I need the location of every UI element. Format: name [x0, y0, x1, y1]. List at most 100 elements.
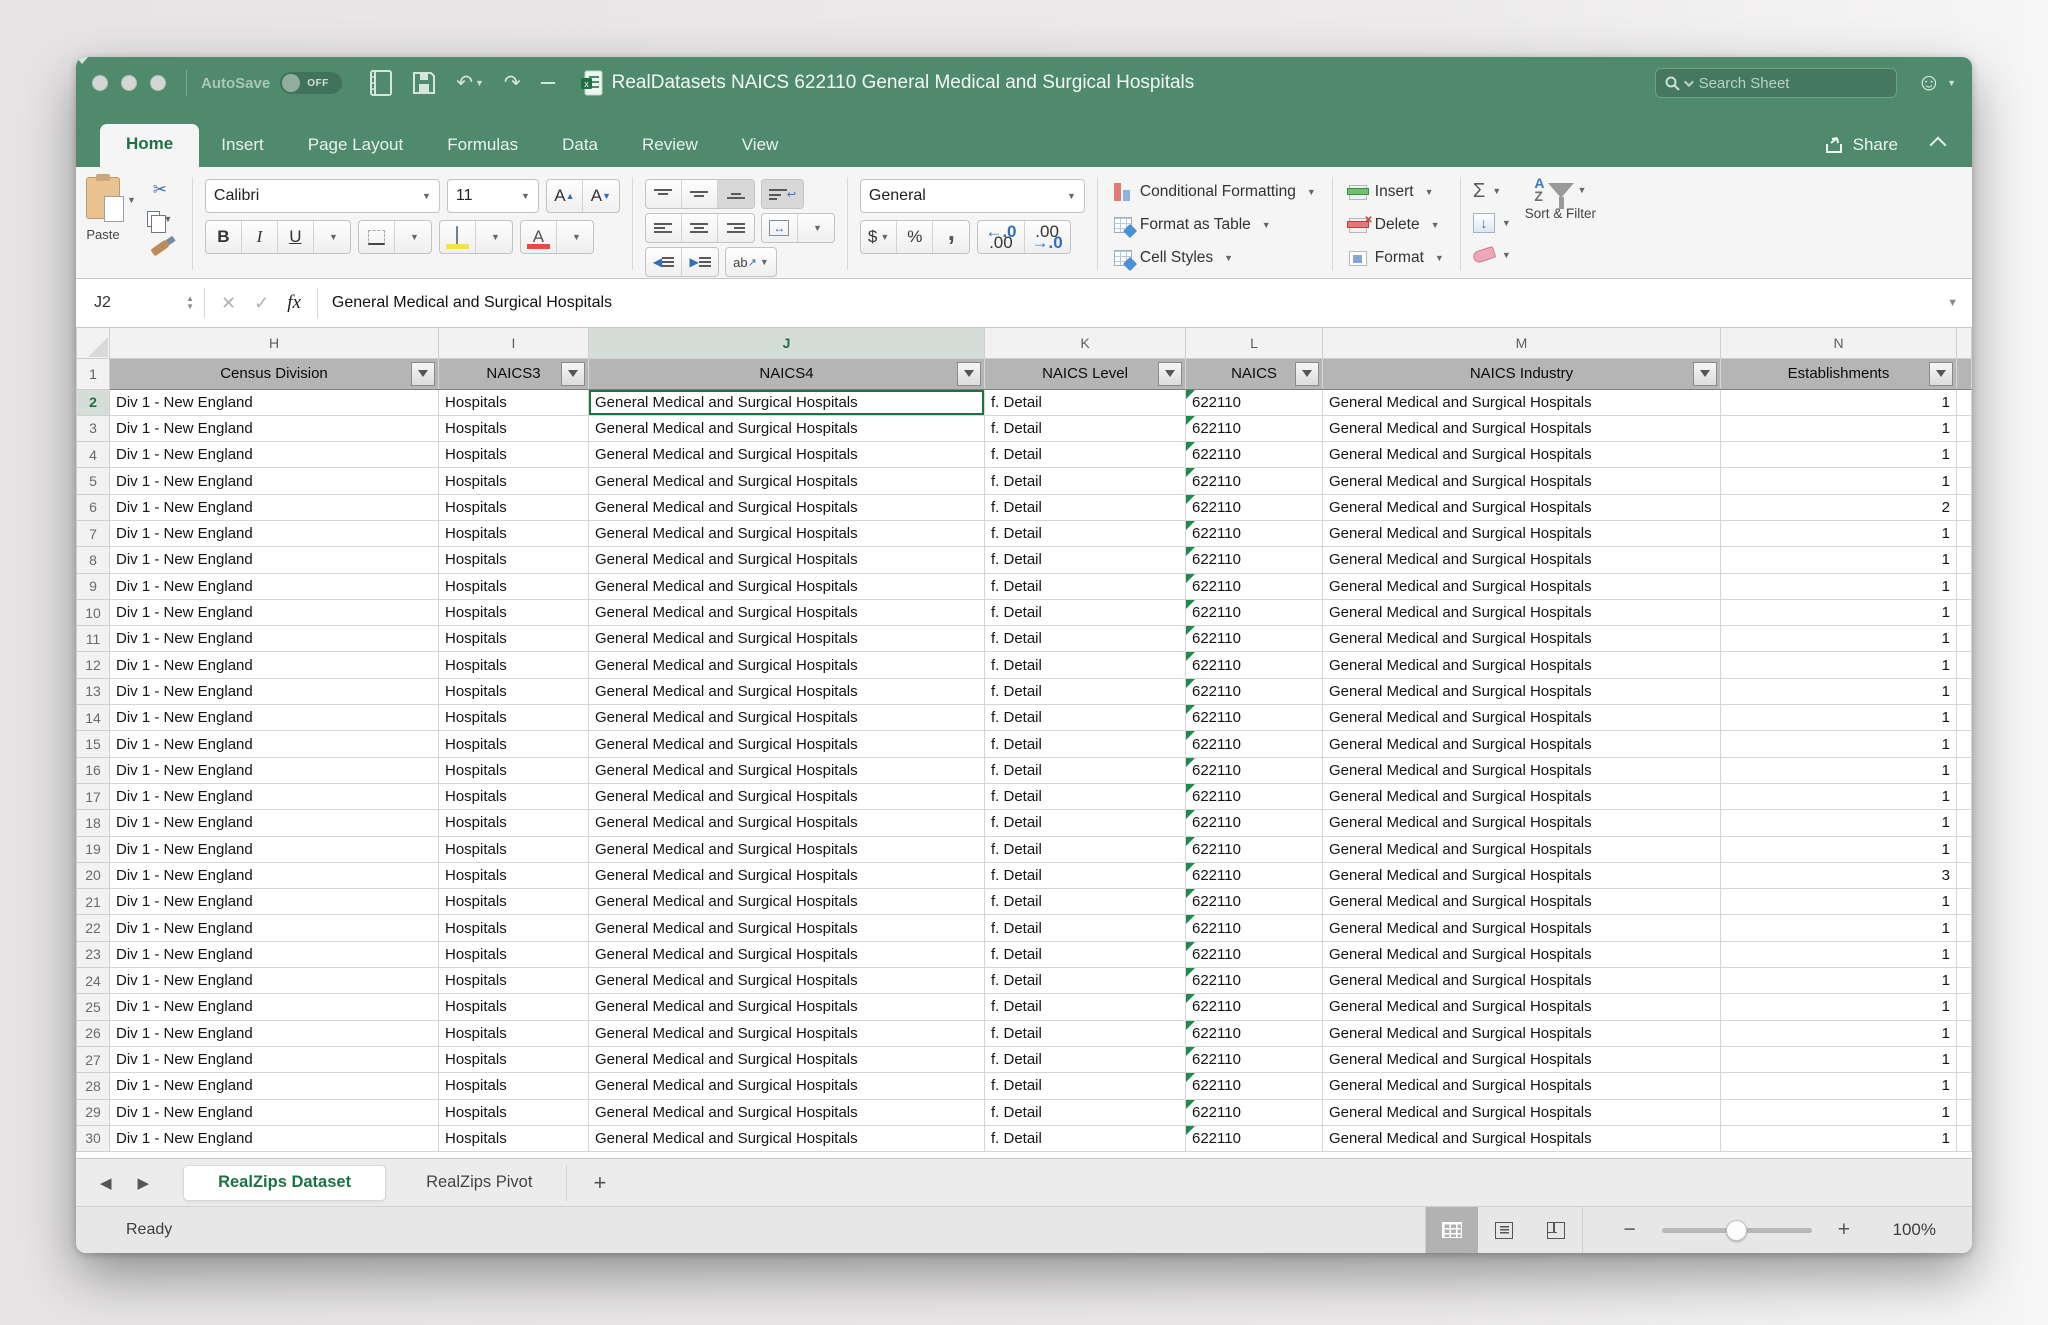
cell[interactable]: f. Detail: [985, 1073, 1186, 1099]
header-cell[interactable]: Establishments: [1721, 358, 1957, 389]
row-header[interactable]: 13: [77, 678, 110, 704]
cell[interactable]: [1957, 415, 1972, 441]
cell[interactable]: f. Detail: [985, 468, 1186, 494]
cell[interactable]: f. Detail: [985, 1099, 1186, 1125]
cell[interactable]: f. Detail: [985, 783, 1186, 809]
delete-cells-button[interactable]: Delete▼: [1349, 211, 1444, 239]
decrease-decimal-button[interactable]: .00→.0: [1025, 221, 1070, 253]
cell[interactable]: [1957, 494, 1972, 520]
filter-dropdown-button[interactable]: [1929, 362, 1953, 386]
cell[interactable]: Hospitals: [439, 494, 589, 520]
cell[interactable]: [1957, 705, 1972, 731]
cell[interactable]: General Medical and Surgical Hospitals: [1323, 599, 1721, 625]
cell[interactable]: 1: [1721, 468, 1957, 494]
cell[interactable]: Hospitals: [439, 836, 589, 862]
cell[interactable]: General Medical and Surgical Hospitals: [1323, 862, 1721, 888]
cell[interactable]: Hospitals: [439, 520, 589, 546]
cell[interactable]: General Medical and Surgical Hospitals: [589, 705, 985, 731]
orientation-button[interactable]: ab↗▼: [726, 248, 776, 276]
cell[interactable]: 622110: [1186, 415, 1323, 441]
cell[interactable]: 622110: [1186, 468, 1323, 494]
row-header[interactable]: 12: [77, 652, 110, 678]
cell[interactable]: General Medical and Surgical Hospitals: [1323, 1020, 1721, 1046]
row-header[interactable]: 2: [77, 389, 110, 415]
cell[interactable]: General Medical and Surgical Hospitals: [589, 836, 985, 862]
header-cell[interactable]: NAICS: [1186, 358, 1323, 389]
cell[interactable]: 1: [1721, 1020, 1957, 1046]
row-header[interactable]: 16: [77, 757, 110, 783]
cell[interactable]: General Medical and Surgical Hospitals: [1323, 783, 1721, 809]
increase-decimal-button[interactable]: ←.0.00: [978, 221, 1024, 253]
row-header[interactable]: 21: [77, 889, 110, 915]
autosave-toggle[interactable]: OFF: [280, 72, 342, 94]
shrink-font-button[interactable]: A▼: [583, 180, 619, 212]
cell[interactable]: [1957, 442, 1972, 468]
cell[interactable]: General Medical and Surgical Hospitals: [589, 889, 985, 915]
copy-button[interactable]: ▼: [140, 206, 180, 232]
cell[interactable]: General Medical and Surgical Hospitals: [589, 599, 985, 625]
cell[interactable]: 1: [1721, 520, 1957, 546]
cell[interactable]: General Medical and Surgical Hospitals: [1323, 678, 1721, 704]
cell[interactable]: 1: [1721, 626, 1957, 652]
cell[interactable]: 622110: [1186, 757, 1323, 783]
cell[interactable]: General Medical and Surgical Hospitals: [1323, 810, 1721, 836]
column-header[interactable]: N: [1721, 328, 1957, 358]
row-header[interactable]: 5: [77, 468, 110, 494]
cell[interactable]: 1: [1721, 573, 1957, 599]
row-header[interactable]: 4: [77, 442, 110, 468]
formula-bar-expand-icon[interactable]: ▼: [1947, 297, 1972, 309]
cell[interactable]: Div 1 - New England: [110, 705, 439, 731]
new-workbook-icon[interactable]: [370, 70, 392, 96]
select-all-corner[interactable]: [77, 328, 110, 358]
cell[interactable]: f. Detail: [985, 1125, 1186, 1151]
fill-button[interactable]: ↓▼: [1473, 209, 1511, 237]
cell[interactable]: General Medical and Surgical Hospitals: [589, 520, 985, 546]
tab-formulas[interactable]: Formulas: [425, 125, 540, 167]
cell[interactable]: f. Detail: [985, 836, 1186, 862]
column-header[interactable]: [1957, 328, 1972, 358]
cell[interactable]: Hospitals: [439, 1099, 589, 1125]
row-header[interactable]: 29: [77, 1099, 110, 1125]
insert-function-button[interactable]: fx: [287, 292, 301, 314]
cell[interactable]: 622110: [1186, 520, 1323, 546]
cell[interactable]: General Medical and Surgical Hospitals: [589, 389, 985, 415]
zoom-out-button[interactable]: −: [1623, 1218, 1635, 1242]
cell[interactable]: Div 1 - New England: [110, 757, 439, 783]
cut-button[interactable]: ✂: [140, 177, 180, 203]
formula-input[interactable]: General Medical and Surgical Hospitals: [318, 294, 1947, 312]
cell[interactable]: Div 1 - New England: [110, 652, 439, 678]
cell[interactable]: General Medical and Surgical Hospitals: [589, 652, 985, 678]
cell[interactable]: [1957, 941, 1972, 967]
cell[interactable]: Hospitals: [439, 862, 589, 888]
cell[interactable]: [1957, 389, 1972, 415]
cell[interactable]: Div 1 - New England: [110, 1020, 439, 1046]
align-right-button[interactable]: [718, 214, 754, 242]
align-left-button[interactable]: [646, 214, 682, 242]
cell[interactable]: 1: [1721, 915, 1957, 941]
cell[interactable]: General Medical and Surgical Hospitals: [1323, 1046, 1721, 1072]
zoom-button[interactable]: [150, 75, 166, 91]
cell[interactable]: General Medical and Surgical Hospitals: [589, 783, 985, 809]
tab-page-layout[interactable]: Page Layout: [286, 125, 425, 167]
cell[interactable]: f. Detail: [985, 652, 1186, 678]
cell[interactable]: f. Detail: [985, 994, 1186, 1020]
cell[interactable]: [1957, 731, 1972, 757]
cell[interactable]: f. Detail: [985, 573, 1186, 599]
cell[interactable]: 622110: [1186, 731, 1323, 757]
cell[interactable]: 622110: [1186, 968, 1323, 994]
bold-button[interactable]: B: [206, 221, 242, 253]
cell[interactable]: [1957, 1125, 1972, 1151]
cell[interactable]: [1957, 520, 1972, 546]
undo-button[interactable]: ↶ ▼: [456, 73, 484, 93]
cell[interactable]: 1: [1721, 757, 1957, 783]
format-cells-button[interactable]: Format▼: [1349, 244, 1444, 272]
zoom-slider-thumb[interactable]: [1726, 1220, 1747, 1241]
cell[interactable]: 1: [1721, 599, 1957, 625]
row-header[interactable]: 20: [77, 862, 110, 888]
undo-dropdown-icon[interactable]: ▼: [475, 78, 484, 88]
paste-button[interactable]: Paste: [86, 177, 120, 242]
cell[interactable]: 622110: [1186, 442, 1323, 468]
row-header[interactable]: 11: [77, 626, 110, 652]
cell[interactable]: Hospitals: [439, 599, 589, 625]
cell[interactable]: General Medical and Surgical Hospitals: [589, 442, 985, 468]
